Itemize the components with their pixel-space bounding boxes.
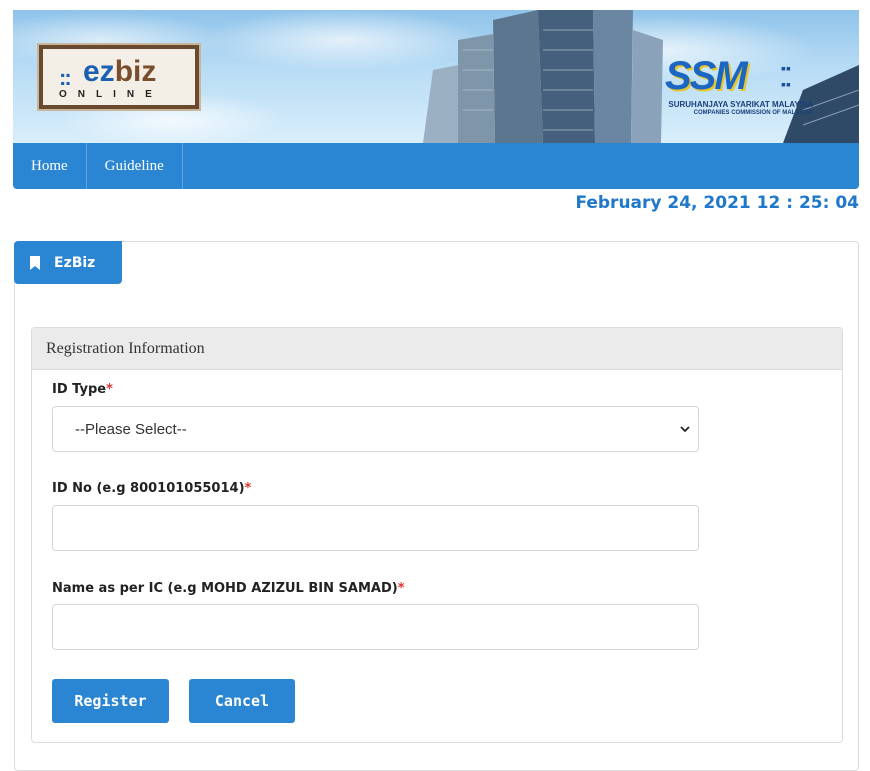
- card-tab-ezbiz[interactable]: EzBiz: [14, 241, 122, 284]
- date-time-clock: February 24, 2021 12 : 25: 04: [575, 193, 859, 213]
- nav-item-home[interactable]: Home: [13, 143, 87, 189]
- required-mark: *: [244, 481, 252, 496]
- ssm-name-english: COMPANIES COMMISSION OF MALAYSIA: [693, 110, 813, 116]
- panel-title: Registration Information: [32, 328, 842, 370]
- id-type-select[interactable]: --Please Select--: [52, 406, 699, 452]
- card-tab-label: EzBiz: [54, 254, 96, 271]
- name-label: Name as per IC (e.g MOHD AZIZUL BIN SAMA…: [52, 581, 405, 596]
- ssm-mark: SSM: [665, 54, 748, 98]
- id-type-label: ID Type*: [52, 382, 113, 397]
- id-no-label: ID No (e.g 800101055014)*: [52, 481, 252, 496]
- ssm-squares-icon: ▪▪ ▪▪: [781, 60, 791, 92]
- ezbiz-online-text: ONLINE: [59, 89, 163, 100]
- register-button[interactable]: Register: [52, 679, 169, 723]
- ssm-logo: SSM ▪▪ ▪▪ SURUHANJAYA SYARIKAT MALAYSIA C…: [653, 54, 853, 124]
- required-mark: *: [106, 382, 113, 397]
- chevron-down-icon: [680, 426, 690, 433]
- header-banner: :: ezbiz ONLINE SSM ▪▪ ▪▪ SURUHANJAYA SYA…: [13, 10, 859, 143]
- main-nav: Home Guideline: [13, 143, 859, 189]
- cancel-button[interactable]: Cancel: [189, 679, 295, 723]
- ezbiz-card: EzBiz Registration Information ID Type* …: [14, 241, 859, 771]
- nav-item-guideline[interactable]: Guideline: [87, 143, 183, 189]
- ezbiz-dots-icon: ::: [59, 65, 72, 90]
- bookmark-icon: [30, 255, 40, 270]
- id-no-input[interactable]: [52, 505, 699, 551]
- id-type-selected-value: --Please Select--: [75, 420, 187, 438]
- ssm-name-malay: SURUHANJAYA SYARIKAT MALAYSIA: [668, 100, 813, 109]
- required-mark: *: [397, 581, 405, 596]
- registration-panel: Registration Information ID Type* --Plea…: [31, 327, 843, 743]
- ezbiz-logo[interactable]: :: ezbiz ONLINE: [39, 45, 199, 109]
- ezbiz-wordmark: ezbiz: [83, 55, 157, 88]
- name-input[interactable]: [52, 604, 699, 650]
